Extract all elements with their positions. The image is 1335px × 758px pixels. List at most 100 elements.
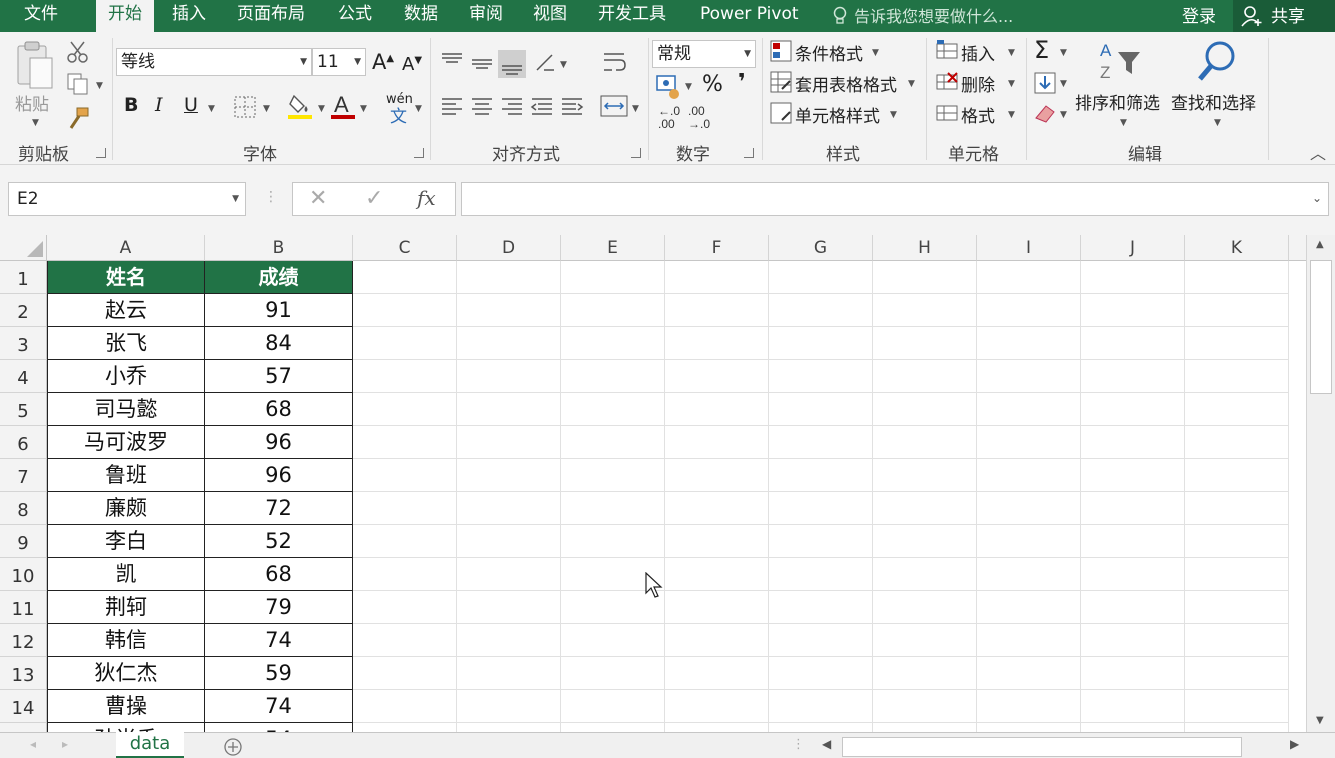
grid-cell[interactable]: [457, 426, 561, 459]
tab-splitter[interactable]: ⋮: [792, 737, 805, 752]
tab-formulas[interactable]: 公式: [338, 0, 372, 32]
grid-cell[interactable]: [1081, 723, 1185, 732]
grid-cell[interactable]: [665, 393, 769, 426]
score-cell[interactable]: 96: [205, 426, 353, 459]
grid-cell[interactable]: [769, 360, 873, 393]
orientation-dropdown[interactable]: ▼: [560, 60, 567, 70]
row-header[interactable]: 11: [0, 591, 47, 624]
grid-cell[interactable]: [665, 294, 769, 327]
grid-cell[interactable]: [873, 360, 977, 393]
grid-cell[interactable]: [665, 558, 769, 591]
row-header[interactable]: 7: [0, 459, 47, 492]
tab-power-pivot[interactable]: Power Pivot: [700, 0, 799, 32]
font-name-select[interactable]: 等线 ▼: [116, 48, 312, 76]
next-sheet-icon[interactable]: ▸: [62, 737, 68, 751]
score-cell[interactable]: 59: [205, 657, 353, 690]
score-cell[interactable]: 79: [205, 591, 353, 624]
grid-cell[interactable]: [1185, 492, 1289, 525]
grid-cell[interactable]: [457, 393, 561, 426]
grid-cell[interactable]: [665, 723, 769, 732]
grid-cell[interactable]: [977, 261, 1081, 294]
autosum-dropdown[interactable]: ▼: [1060, 48, 1067, 58]
format-as-table-dropdown[interactable]: ▼: [908, 79, 915, 89]
grid-cell[interactable]: [353, 426, 457, 459]
horizontal-scroll-thumb[interactable]: [842, 737, 1242, 757]
prev-sheet-icon[interactable]: ◂: [30, 737, 36, 751]
name-cell[interactable]: 廉颇: [47, 492, 205, 525]
row-header[interactable]: [0, 723, 47, 732]
header-cell-score[interactable]: 成绩: [205, 261, 353, 294]
grid-cell[interactable]: [561, 690, 665, 723]
score-cell[interactable]: 54: [205, 723, 353, 732]
scroll-right-icon[interactable]: ▶: [1290, 737, 1299, 751]
grid-cell[interactable]: [977, 723, 1081, 732]
column-header-d[interactable]: D: [457, 235, 561, 261]
grid-cell[interactable]: [873, 624, 977, 657]
grid-cell[interactable]: [561, 657, 665, 690]
score-cell[interactable]: 72: [205, 492, 353, 525]
select-all-button[interactable]: [0, 235, 47, 261]
grid-cell[interactable]: [561, 294, 665, 327]
grid-cell[interactable]: [1081, 261, 1185, 294]
delete-cells-dropdown[interactable]: ▼: [1008, 79, 1015, 89]
grid-cell[interactable]: [1081, 294, 1185, 327]
row-header[interactable]: 5: [0, 393, 47, 426]
worksheet-grid[interactable]: A B C D E F G H I J K 1 2 3 4 5 6 7 8 9 10 11 12 13 14 姓名 成绩 赵云 91 张飞…: [0, 235, 1306, 732]
grid-cell[interactable]: [353, 690, 457, 723]
grid-cell[interactable]: [977, 426, 1081, 459]
tab-view[interactable]: 视图: [533, 0, 567, 32]
grid-cell[interactable]: [977, 624, 1081, 657]
number-launcher[interactable]: [744, 148, 754, 158]
grid-cell[interactable]: [561, 492, 665, 525]
grid-cell[interactable]: [1185, 393, 1289, 426]
share-button[interactable]: 共享: [1233, 0, 1335, 32]
grid-cell[interactable]: [665, 327, 769, 360]
scroll-down-icon[interactable]: ▼: [1316, 715, 1324, 726]
grid-cell[interactable]: [665, 492, 769, 525]
conditional-formatting-icon[interactable]: [770, 40, 792, 62]
grid-cell[interactable]: [977, 393, 1081, 426]
grid-cell[interactable]: [1081, 690, 1185, 723]
row-header[interactable]: 14: [0, 690, 47, 723]
column-header-l[interactable]: [1289, 235, 1306, 261]
grid-cell[interactable]: [457, 591, 561, 624]
grid-cell[interactable]: [1081, 393, 1185, 426]
grid-cell[interactable]: [769, 723, 873, 732]
grid-cell[interactable]: [769, 558, 873, 591]
grid-cell[interactable]: [769, 492, 873, 525]
insert-cells-icon[interactable]: [936, 40, 958, 62]
vertical-scrollbar[interactable]: ▲ ▼: [1306, 235, 1335, 732]
format-cells-label[interactable]: 格式: [961, 102, 995, 127]
grid-cell[interactable]: [457, 261, 561, 294]
grid-cell[interactable]: [353, 657, 457, 690]
phonetic-dropdown[interactable]: ▼: [415, 104, 422, 114]
grid-cell[interactable]: [457, 525, 561, 558]
row-header[interactable]: 1: [0, 261, 47, 294]
column-header-k[interactable]: K: [1185, 235, 1289, 261]
name-cell[interactable]: 韩信: [47, 624, 205, 657]
score-cell[interactable]: 68: [205, 393, 353, 426]
decimal-buttons-icon[interactable]: ←.0 .00 .00 →.0: [656, 104, 716, 132]
sheet-tab-data[interactable]: data: [116, 732, 184, 758]
row-header[interactable]: 6: [0, 426, 47, 459]
grid-cell[interactable]: [353, 294, 457, 327]
grid-cell[interactable]: [977, 657, 1081, 690]
row-header[interactable]: 10: [0, 558, 47, 591]
cell-styles-icon[interactable]: [770, 102, 792, 124]
grid-cell[interactable]: [1081, 525, 1185, 558]
borders-dropdown[interactable]: ▼: [263, 104, 270, 114]
format-painter-icon[interactable]: [66, 106, 90, 130]
grid-cell[interactable]: [1185, 591, 1289, 624]
grid-cell[interactable]: [1185, 261, 1289, 294]
add-sheet-icon[interactable]: [222, 737, 244, 757]
clear-dropdown[interactable]: ▼: [1060, 110, 1067, 120]
bold-button[interactable]: B: [124, 94, 138, 116]
grid-cell[interactable]: [457, 294, 561, 327]
name-cell[interactable]: 李白: [47, 525, 205, 558]
formula-bar-splitter[interactable]: ⋮: [264, 189, 278, 205]
shrink-font-button[interactable]: A▼: [402, 54, 422, 75]
paste-icon[interactable]: [14, 40, 56, 92]
name-cell[interactable]: 狄仁杰: [47, 657, 205, 690]
grid-cell[interactable]: [873, 525, 977, 558]
column-header-f[interactable]: F: [665, 235, 769, 261]
